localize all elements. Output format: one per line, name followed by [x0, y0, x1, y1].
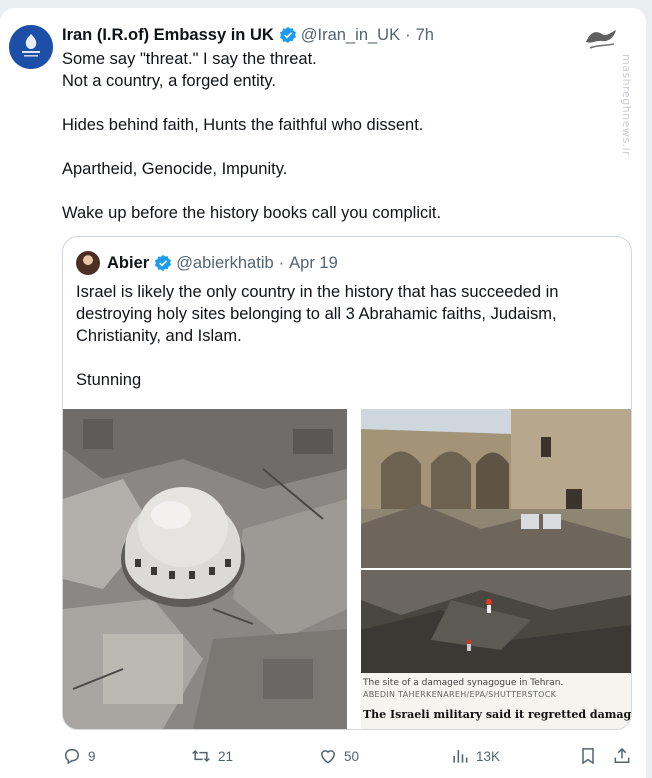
tweet-text: Some say "threat." I say the threat. Not… [62, 48, 582, 224]
quoted-tweet-text: Israel is likely the only country in the… [76, 281, 616, 391]
photo-damaged-church[interactable] [361, 409, 631, 568]
verified-badge-icon[interactable] [279, 26, 297, 44]
like-icon [320, 750, 336, 764]
tweet-line: Not a country, a forged entity. [62, 72, 277, 90]
tweet-line: Hides behind faith, Hunts the faithful w… [62, 116, 424, 134]
separator-dot: · [405, 25, 411, 44]
verified-badge-icon[interactable] [154, 254, 172, 272]
photo-caption: The site of a damaged synagogue in Tehra… [361, 673, 631, 729]
reply-button[interactable]: 9 [62, 744, 96, 768]
bookmark-icon [582, 748, 594, 765]
quoted-tweet[interactable]: Abier @abierkhatib · Apr 19 Israel is li… [62, 236, 632, 730]
tweet-timestamp[interactable]: 7h [416, 26, 434, 45]
tweet-card[interactable]: Iran (I.R.of) Embassy in UK @Iran_in_UK … [0, 8, 646, 778]
quoted-author-handle[interactable]: @abierkhatib [176, 254, 273, 273]
author-handle[interactable]: @Iran_in_UK [301, 26, 400, 45]
share-button[interactable] [612, 744, 638, 768]
separator-dot: · [278, 253, 285, 272]
action-bar: 9 21 50 13K [62, 744, 634, 768]
views-button[interactable]: 13K [450, 744, 500, 768]
reply-count: 9 [88, 748, 96, 764]
media-grid: The site of a damaged synagogue in Tehra… [63, 409, 631, 729]
photo-destroyed-mosque[interactable] [63, 409, 347, 729]
tweet-line: Apartheid, Genocide, Impunity. [62, 160, 288, 178]
tweet-line: Wake up before the history books call yo… [62, 204, 442, 222]
repost-icon [192, 749, 210, 763]
quoted-tweet-header: Abier @abierkhatib · Apr 19 [76, 251, 338, 275]
like-button[interactable]: 50 [318, 744, 359, 768]
caption-article-text: The Israeli military said it regretted d… [363, 708, 632, 721]
caption-line: The site of a damaged synagogue in Tehra… [363, 678, 564, 688]
reply-icon [65, 749, 79, 765]
views-icon [453, 750, 468, 763]
repost-button[interactable]: 21 [190, 744, 233, 768]
author-name[interactable]: Iran (I.R.of) Embassy in UK [62, 26, 274, 45]
tweet-header: Iran (I.R.of) Embassy in UK @Iran_in_UK … [62, 24, 586, 46]
bookmark-button[interactable] [578, 744, 604, 768]
quoted-line: Israel is likely the only country in the… [76, 283, 559, 301]
quoted-line: Christianity, and Islam. [76, 327, 242, 345]
share-icon [614, 747, 630, 763]
views-count: 13K [476, 748, 501, 764]
quoted-author-name[interactable]: Abier [107, 254, 149, 273]
quoted-author-avatar[interactable] [76, 251, 100, 275]
quoted-tweet-timestamp[interactable]: Apr 19 [289, 254, 338, 273]
watermark-text: mashreghnews.ir [620, 54, 633, 157]
quoted-line: Stunning [76, 371, 142, 389]
quoted-line: destroying holy sites belonging to all 3… [76, 305, 557, 323]
caption-credit: ABEDIN TAHERKENAREH/EPA/SHUTTERSTOCK [363, 690, 557, 699]
like-count: 50 [344, 748, 360, 764]
repost-count: 21 [218, 748, 234, 764]
author-avatar[interactable] [9, 25, 53, 69]
watermark-logo-icon [586, 30, 616, 49]
tweet-line: Some say "threat." I say the threat. [62, 50, 317, 68]
watermark: mashreghnews.ir [580, 20, 636, 156]
